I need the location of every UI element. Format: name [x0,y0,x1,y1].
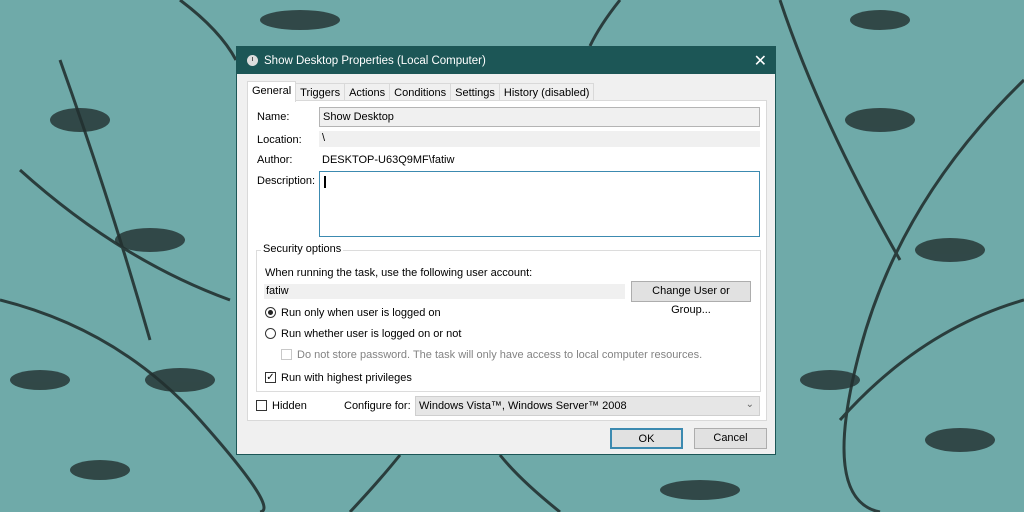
title-bar: Show Desktop Properties (Local Computer)… [237,47,775,74]
security-options-title: Security options [261,243,344,255]
task-properties-dialog: Show Desktop Properties (Local Computer)… [236,46,776,455]
name-field[interactable]: Show Desktop [319,107,760,127]
description-field[interactable] [319,171,760,237]
change-user-button[interactable]: Change User or Group... [631,281,751,316]
author-value: DESKTOP-U63Q9MF\fatiw [322,154,455,166]
author-label: Author: [257,154,293,166]
general-panel: Name: Show Desktop Location: \ Author: D… [247,100,767,421]
no-store-password-checkbox[interactable] [281,349,292,360]
run-whether-radio[interactable] [265,328,276,339]
security-options-group: Security options When running the task, … [256,243,761,392]
configure-for-label: Configure for: [344,400,411,412]
cancel-button[interactable]: Cancel [694,428,767,449]
location-label: Location: [257,134,302,146]
run-whether-label[interactable]: Run whether user is logged on or not [281,328,461,340]
clock-icon [247,55,258,66]
account-prompt: When running the task, use the following… [265,267,533,279]
name-label: Name: [257,111,290,123]
tab-general[interactable]: General [247,81,297,102]
location-value: \ [319,131,760,147]
user-account-value: fatiw [264,284,625,299]
highest-privileges-checkbox[interactable]: ✓ [265,372,276,383]
no-store-password-label: Do not store password. The task will onl… [297,349,703,361]
run-logged-on-radio[interactable] [265,307,276,318]
description-label: Description: [257,175,316,187]
tab-bar: General Triggers Actions Conditions Sett… [247,81,595,102]
highest-privileges-label[interactable]: Run with highest privileges [281,372,412,384]
text-cursor [324,176,326,188]
configure-for-select[interactable]: Windows Vista™, Windows Server™ 2008 ⌄ [415,396,760,416]
chevron-down-icon: ⌄ [745,399,754,410]
hidden-label[interactable]: Hidden [272,400,307,412]
ok-button[interactable]: OK [610,428,683,449]
configure-for-value: Windows Vista™, Windows Server™ 2008 [419,400,627,412]
hidden-checkbox[interactable] [256,400,267,411]
dialog-title: Show Desktop Properties (Local Computer) [264,54,486,67]
close-button[interactable]: ✕ [754,51,767,71]
run-logged-on-label[interactable]: Run only when user is logged on [281,307,441,319]
